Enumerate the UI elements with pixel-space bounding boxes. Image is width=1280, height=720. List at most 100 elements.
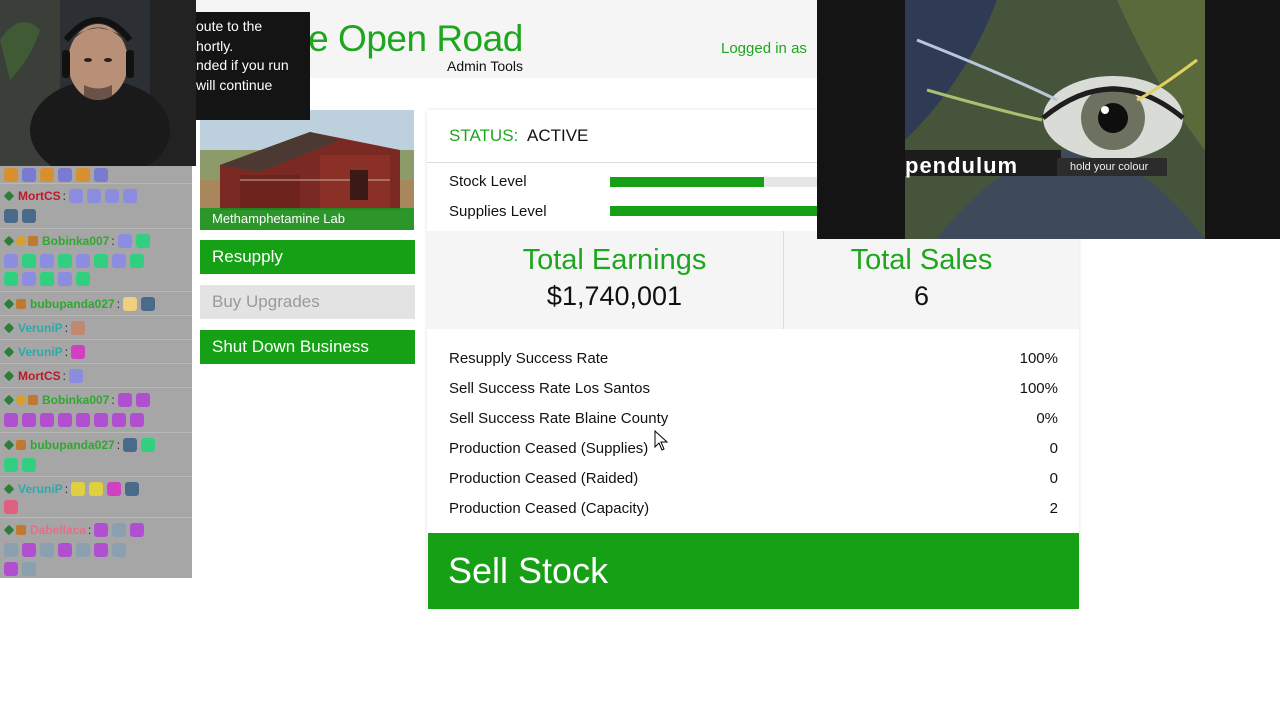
gift-badge-icon — [16, 299, 26, 309]
chat-message: Bobinka007 : — [0, 228, 192, 291]
sell-stock-button[interactable]: Sell Stock — [428, 533, 1079, 609]
emote-icon — [123, 297, 138, 311]
emote-icon — [123, 189, 138, 203]
chat-message: VeruniP : — [0, 476, 192, 517]
stat-label: Production Ceased (Capacity) — [449, 500, 650, 517]
subscriber-badge-icon — [3, 190, 15, 202]
chat-username[interactable]: bubupanda027 — [30, 438, 115, 452]
emote-icon — [112, 254, 126, 268]
notice-line: nded if you run — [196, 57, 289, 73]
notice-line: oute to the — [196, 18, 263, 34]
logged-in-text: Logged in as — [721, 40, 807, 57]
shut-down-business-button[interactable]: Shut Down Business — [200, 330, 415, 364]
emote-icon — [4, 562, 18, 576]
emote-icon — [76, 254, 90, 268]
stat-value: 0 — [1049, 440, 1058, 457]
chat-username[interactable]: Dabellaca — [30, 523, 86, 537]
chat-message: Bobinka007 : — [0, 387, 192, 432]
stat-label: Sell Success Rate Blaine County — [449, 410, 669, 427]
stat-label: Resupply Success Rate — [449, 350, 609, 367]
emote-icon — [123, 438, 138, 452]
gold-badge-icon — [16, 395, 26, 405]
gift-badge-icon — [28, 236, 38, 246]
chat-message: MortCS : — [0, 363, 192, 387]
chat-separator: : — [111, 393, 115, 407]
emote-icon — [58, 272, 72, 286]
emote-icon — [69, 189, 84, 203]
emote-icon — [130, 413, 144, 427]
emote-icon — [71, 321, 86, 335]
chat-username[interactable]: VeruniP — [18, 321, 63, 335]
stat-value: 100% — [1019, 380, 1058, 397]
emote-icon — [87, 189, 102, 203]
emote-icon — [22, 168, 36, 182]
emote-icon — [117, 393, 132, 407]
gift-badge-icon — [16, 440, 26, 450]
supplies-level-label: Supplies Level — [449, 203, 547, 220]
emote-icon — [125, 482, 140, 496]
album-band-name: pendulum — [905, 153, 1019, 178]
emote-icon — [71, 482, 86, 496]
chat-username[interactable]: VeruniP — [18, 345, 63, 359]
resupply-button[interactable]: Resupply — [200, 240, 415, 274]
stat-label: Production Ceased (Raided) — [449, 470, 639, 487]
emote-icon — [130, 523, 145, 537]
chat-username[interactable]: MortCS — [18, 369, 61, 383]
status-value: ACTIVE — [527, 126, 589, 145]
emote-icon — [40, 168, 54, 182]
chat-username[interactable]: MortCS — [18, 189, 61, 203]
stat-value: 2 — [1049, 500, 1058, 517]
subscriber-badge-icon — [3, 298, 15, 310]
chat-emote-row — [4, 166, 112, 184]
chat-message: VeruniP : — [0, 315, 192, 339]
emote-icon — [22, 562, 36, 576]
emote-icon — [94, 254, 108, 268]
chat-username[interactable]: Bobinka007 — [42, 393, 109, 407]
emote-icon — [40, 543, 54, 557]
subscriber-badge-icon — [3, 394, 15, 406]
chat-separator: : — [111, 234, 115, 248]
buy-upgrades-button[interactable]: Buy Upgrades — [200, 285, 415, 319]
chat-message: bubupanda027 : — [0, 291, 192, 315]
subscriber-badge-icon — [3, 439, 15, 451]
chat-username[interactable]: Bobinka007 — [42, 234, 109, 248]
emote-icon — [22, 272, 36, 286]
stock-level-fill — [610, 177, 764, 187]
emote-icon — [76, 543, 90, 557]
album-title: hold your colour — [1070, 161, 1149, 173]
subscriber-badge-icon — [3, 346, 15, 358]
emote-icon — [22, 209, 36, 223]
gold-badge-icon — [16, 236, 26, 246]
gift-badge-icon — [16, 525, 26, 535]
gift-badge-icon — [28, 395, 38, 405]
stat-value: 0 — [1049, 470, 1058, 487]
chat-username[interactable]: bubupanda027 — [30, 297, 115, 311]
chat-username[interactable]: VeruniP — [18, 482, 63, 496]
emote-icon — [76, 413, 90, 427]
emote-icon — [76, 168, 90, 182]
stat-label: Sell Success Rate Los Santos — [449, 380, 650, 397]
emote-icon — [40, 272, 54, 286]
notice-line: will continue — [196, 76, 273, 93]
emote-icon — [105, 189, 120, 203]
subscriber-badge-icon — [3, 235, 15, 247]
emote-icon — [58, 543, 72, 557]
emote-icon — [135, 393, 150, 407]
emote-icon — [4, 458, 18, 472]
emote-icon — [4, 209, 18, 223]
total-earnings-value: $1,740,001 — [546, 281, 683, 311]
chat-separator: : — [88, 523, 92, 537]
emote-icon — [4, 500, 18, 514]
chat-message: MortCS : — [0, 183, 192, 228]
emote-icon — [22, 413, 36, 427]
emote-icon — [89, 482, 104, 496]
emote-icon — [22, 254, 36, 268]
chat-separator: : — [116, 297, 121, 311]
notification-overlay: oute to the hortly. nded if you run will… — [196, 12, 310, 120]
site-subtitle: Admin Tools — [447, 58, 524, 74]
emote-icon — [71, 345, 86, 359]
stat-value: 100% — [1019, 350, 1058, 367]
subscriber-badge-icon — [3, 322, 15, 334]
total-earnings-title: Total Earnings — [522, 244, 707, 276]
emote-icon — [112, 523, 127, 537]
